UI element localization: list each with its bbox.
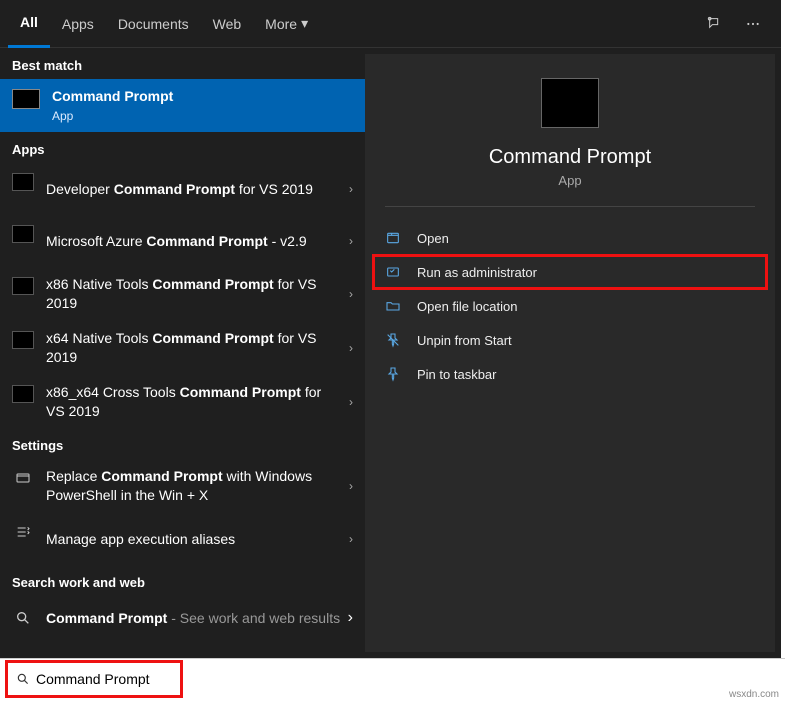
chevron-right-icon: ›	[349, 182, 353, 196]
app-result[interactable]: Microsoft Azure Command Prompt - v2.9 ›	[0, 215, 365, 267]
section-apps: Apps	[0, 132, 365, 163]
settings-icon	[12, 469, 34, 487]
results-column: Best match Command Prompt App Apps Devel…	[0, 48, 365, 658]
section-search-work-web: Search work and web	[0, 565, 365, 596]
tab-apps[interactable]: Apps	[50, 0, 106, 48]
search-tabs: All Apps Documents Web More▾	[0, 0, 781, 48]
watermark: wsxdn.com	[729, 689, 779, 700]
action-unpin-from-start[interactable]: Unpin from Start	[373, 323, 767, 357]
pin-icon	[383, 366, 403, 382]
action-open-file-location[interactable]: Open file location	[373, 289, 767, 323]
chevron-right-icon: ›	[349, 234, 353, 248]
search-icon	[12, 610, 34, 626]
settings-list: Replace Command Prompt with Windows Powe…	[0, 459, 365, 565]
open-icon	[383, 230, 403, 246]
action-label: Unpin from Start	[417, 333, 512, 348]
tabs-right-icons	[701, 12, 773, 36]
tab-label: All	[20, 14, 38, 30]
panel-body: Best match Command Prompt App Apps Devel…	[0, 48, 781, 658]
preview-subtitle: App	[558, 173, 581, 188]
swww-bold: Command Prompt	[46, 610, 167, 626]
folder-icon	[383, 298, 403, 314]
result-text: Manage app execution aliases	[46, 530, 341, 549]
result-text: x86 Native Tools Command Prompt for VS 2…	[46, 275, 341, 313]
chevron-right-icon: ›	[349, 532, 353, 546]
action-label: Pin to taskbar	[417, 367, 497, 382]
cmd-icon	[12, 89, 40, 109]
action-label: Open file location	[417, 299, 517, 314]
section-best-match: Best match	[0, 48, 365, 79]
result-text: x64 Native Tools Command Prompt for VS 2…	[46, 329, 341, 367]
swww-suffix: - See work and web results	[167, 610, 340, 626]
app-result[interactable]: x86_x64 Cross Tools Command Prompt for V…	[0, 375, 365, 429]
cmd-icon	[12, 277, 34, 295]
search-input[interactable]	[36, 671, 172, 687]
windows-search-panel: All Apps Documents Web More▾ Best match …	[0, 0, 781, 658]
settings-result[interactable]: Replace Command Prompt with Windows Powe…	[0, 459, 365, 513]
tab-web[interactable]: Web	[201, 0, 254, 48]
search-work-web-result[interactable]: Command Prompt - See work and web result…	[0, 596, 365, 640]
action-open[interactable]: Open	[373, 221, 767, 255]
preview-header: Command Prompt App	[365, 54, 775, 206]
chevron-right-icon: ›	[349, 287, 353, 301]
tab-label: Apps	[62, 16, 94, 32]
chevron-right-icon: ›	[349, 395, 353, 409]
app-result[interactable]: x86 Native Tools Command Prompt for VS 2…	[0, 267, 365, 321]
apps-list: Developer Command Prompt for VS 2019›Mic…	[0, 163, 365, 428]
result-subtitle: App	[52, 108, 353, 124]
shield-icon	[383, 264, 403, 280]
result-text: Developer Command Prompt for VS 2019	[46, 180, 341, 199]
app-result[interactable]: x64 Native Tools Command Prompt for VS 2…	[0, 321, 365, 375]
chevron-right-icon: ›	[349, 341, 353, 355]
chevron-right-icon: ›	[349, 479, 353, 493]
result-text: Replace Command Prompt with Windows Powe…	[46, 467, 341, 505]
action-label: Run as administrator	[417, 265, 537, 280]
result-text: Command Prompt App	[52, 87, 353, 124]
action-list: Open Run as administrator Open file loca…	[365, 217, 775, 395]
preview-column: Command Prompt App Open Run as administr…	[365, 54, 775, 652]
unpin-icon	[383, 332, 403, 348]
tab-label: More	[265, 16, 297, 32]
best-match-result[interactable]: Command Prompt App	[0, 79, 365, 132]
divider	[385, 206, 755, 207]
result-title: Command Prompt	[52, 87, 353, 106]
chevron-down-icon: ▾	[301, 15, 308, 32]
settings-icon	[12, 523, 34, 541]
tab-label: Web	[213, 16, 242, 32]
preview-title: Command Prompt	[489, 146, 651, 169]
tab-label: Documents	[118, 16, 189, 32]
cmd-icon	[12, 173, 34, 191]
cmd-icon	[12, 385, 34, 403]
action-label: Open	[417, 231, 449, 246]
chevron-right-icon: ›	[348, 609, 353, 627]
cmd-icon	[12, 331, 34, 349]
tab-more[interactable]: More▾	[253, 0, 320, 48]
section-settings: Settings	[0, 428, 365, 459]
result-text: Microsoft Azure Command Prompt - v2.9	[46, 232, 341, 251]
more-options-icon[interactable]	[741, 12, 765, 36]
result-text: x86_x64 Cross Tools Command Prompt for V…	[46, 383, 341, 421]
swww-text: Command Prompt - See work and web result…	[46, 610, 348, 626]
tab-documents[interactable]: Documents	[106, 0, 201, 48]
feedback-icon[interactable]	[701, 12, 725, 36]
action-pin-to-taskbar[interactable]: Pin to taskbar	[373, 357, 767, 391]
cmd-icon	[12, 225, 34, 243]
tab-all[interactable]: All	[8, 0, 50, 48]
search-icon	[16, 671, 30, 687]
taskbar-search-row	[0, 658, 785, 699]
app-result[interactable]: Developer Command Prompt for VS 2019 ›	[0, 163, 365, 215]
cmd-icon	[541, 78, 599, 128]
action-run-as-administrator[interactable]: Run as administrator	[373, 255, 767, 289]
taskbar-search-box[interactable]	[8, 663, 180, 695]
settings-result[interactable]: Manage app execution aliases ›	[0, 513, 365, 565]
